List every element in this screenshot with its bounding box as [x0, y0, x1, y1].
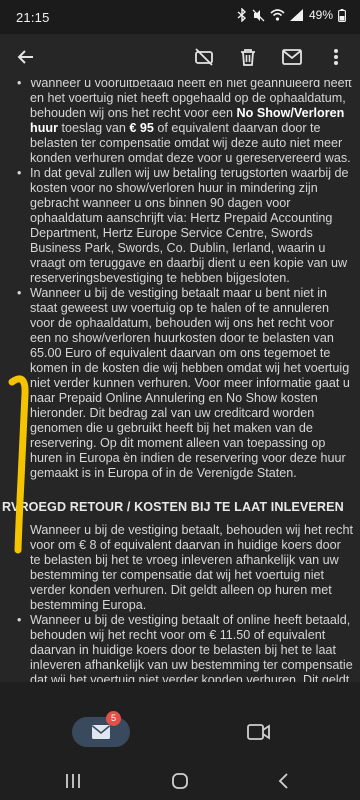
- bluetooth-icon: [237, 8, 247, 22]
- text-segment: Wanneer u bij de vestiging betaalt of on…: [30, 613, 353, 682]
- text-segment: Wanneer u bij de vestiging betaalt maar …: [30, 286, 350, 480]
- list-item: Wanneer u bij de vestiging betaalt maar …: [0, 286, 360, 481]
- list-item: Wanneer u bij de vestiging betaalt, beho…: [0, 523, 360, 613]
- attachment-off-icon[interactable]: [190, 43, 218, 71]
- video-call-icon[interactable]: [247, 722, 271, 742]
- more-options-icon[interactable]: [322, 43, 350, 71]
- list-item: Wanneer u vooruitbetaald heeft en niet g…: [0, 80, 360, 166]
- unread-badge: 5: [106, 711, 121, 726]
- mail-icon[interactable]: [278, 43, 306, 71]
- policy-list-1: Wanneer u vooruitbetaald heeft en niet g…: [0, 80, 360, 481]
- bottom-bar: 5: [0, 682, 360, 800]
- wifi-icon: [270, 9, 285, 21]
- status-time: 21:15: [16, 10, 50, 25]
- email-body[interactable]: Wanneer u vooruitbetaald heeft en niet g…: [0, 80, 360, 682]
- text-segment: Wanneer u bij de vestiging betaalt, beho…: [30, 523, 353, 612]
- policy-list-2: Wanneer u bij de vestiging betaalt, beho…: [0, 523, 360, 682]
- recent-apps-icon[interactable]: [58, 766, 88, 796]
- status-bar: 21:15 49%: [0, 0, 360, 34]
- email-text: Wanneer u vooruitbetaald heeft en niet g…: [0, 80, 360, 682]
- mail-tab-icon: [91, 725, 111, 739]
- no-show-amount: € 95: [129, 121, 154, 135]
- battery-level: 49%: [308, 8, 333, 22]
- trash-icon[interactable]: [234, 43, 262, 71]
- arrow-left-icon[interactable]: [12, 43, 40, 71]
- section-heading: RVROEGD RETOUR / KOSTEN BIJ TE LAAT INLE…: [2, 500, 344, 514]
- text-segment: toeslag van: [57, 121, 130, 135]
- status-icons: 49%: [237, 8, 346, 22]
- list-item: Wanneer u bij de vestiging betaalt of on…: [0, 613, 360, 682]
- text-segment: In dat geval zullen wij uw betaling teru…: [30, 166, 349, 285]
- app-bar: [0, 34, 360, 80]
- list-item: In dat geval zullen wij uw betaling teru…: [0, 166, 360, 286]
- signal-icon: [289, 9, 304, 21]
- battery-icon: [338, 8, 346, 22]
- system-nav-bar: [0, 762, 360, 800]
- mail-tab[interactable]: 5: [72, 711, 130, 747]
- mute-icon: [252, 9, 265, 22]
- back-nav-icon[interactable]: [268, 766, 298, 796]
- home-icon[interactable]: [165, 766, 195, 796]
